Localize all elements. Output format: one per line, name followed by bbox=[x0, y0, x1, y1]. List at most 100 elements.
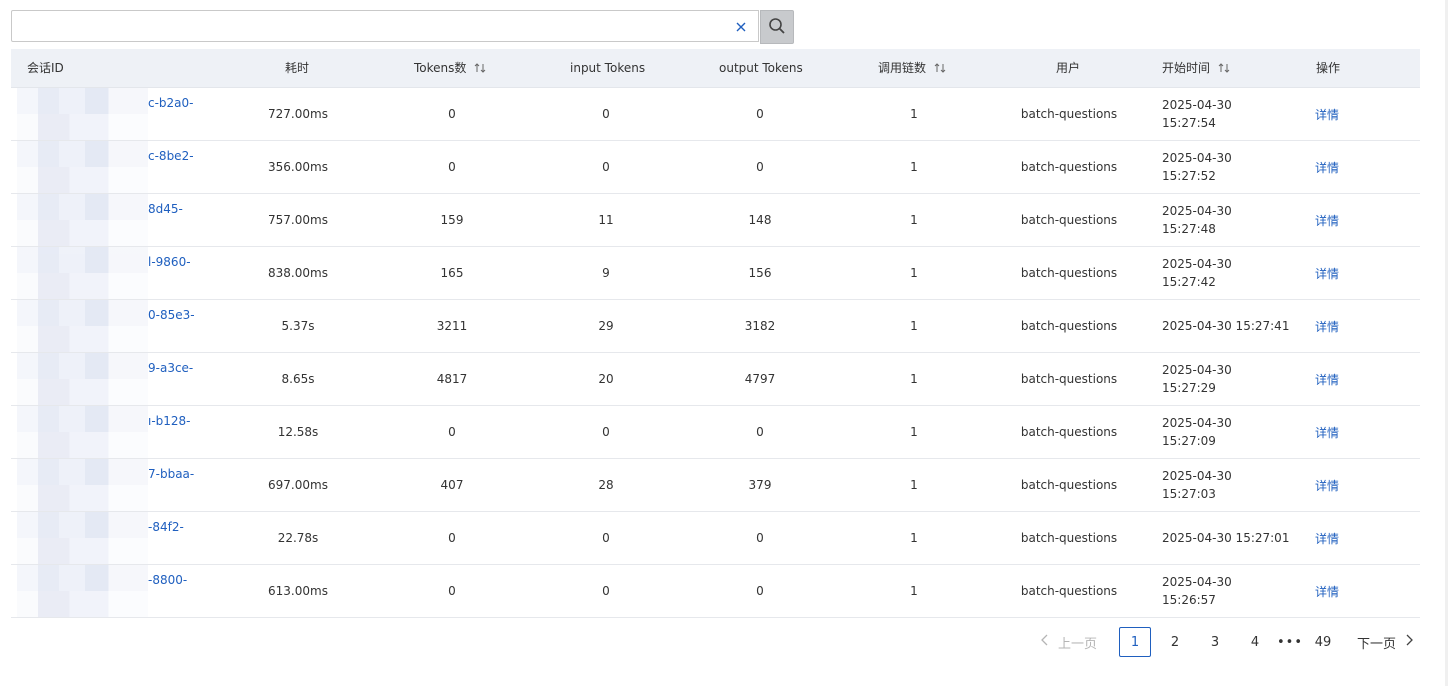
start-time-cell: 2025-04-30 15:26:57 bbox=[1162, 565, 1302, 617]
start-clock-time: 15:27:09 bbox=[1162, 434, 1216, 448]
prev-page-button[interactable]: 上一页 bbox=[1040, 633, 1097, 652]
table-row: ı-b128- 12.58s 0 0 0 1 batch-questions 2025-04-… bbox=[11, 406, 1420, 459]
chain-count-cell: 1 bbox=[910, 584, 918, 598]
table-row: -8800- 613.00ms 0 0 0 1 batch-questions 2025-04… bbox=[11, 565, 1420, 618]
page-2-button[interactable]: 2 bbox=[1159, 627, 1191, 657]
detail-link[interactable]: 详情 bbox=[1315, 141, 1355, 193]
detail-link[interactable]: 详情 bbox=[1315, 565, 1355, 617]
table-row: -84f2- 22.78s 0 0 0 1 batch-questions 2025-04-3… bbox=[11, 512, 1420, 565]
start-time-cell: 2025-04-30 15:27:42 bbox=[1162, 247, 1302, 299]
start-date: 2025-04-30 bbox=[1162, 98, 1232, 112]
session-id-link[interactable]: c-b2a0- bbox=[148, 96, 194, 110]
detail-link[interactable]: 详情 bbox=[1315, 353, 1355, 405]
detail-link[interactable]: 详情 bbox=[1315, 406, 1355, 458]
detail-link[interactable]: 详情 bbox=[1315, 459, 1355, 511]
start-date: 2025-04-30 bbox=[1162, 469, 1232, 483]
table-row: 0-85e3- 5.37s 3211 29 3182 1 batch-questions 20… bbox=[11, 300, 1420, 353]
detail-link[interactable]: 详情 bbox=[1315, 300, 1355, 352]
header-tokens: Tokens数 bbox=[414, 49, 486, 87]
session-id-link[interactable]: l-9860- bbox=[148, 255, 191, 269]
sort-icon[interactable] bbox=[474, 50, 486, 88]
input-tokens-cell: 0 bbox=[602, 425, 610, 439]
page-3-button[interactable]: 3 bbox=[1199, 627, 1231, 657]
session-id-cell: -8800- bbox=[17, 565, 217, 617]
table-row: c-b2a0- 727.00ms 0 0 0 1 batch-questions 2025-0… bbox=[11, 88, 1420, 141]
header-chain-count-label: 调用链数 bbox=[878, 61, 927, 75]
header-chain-count: 调用链数 bbox=[878, 49, 946, 87]
next-page-button[interactable]: 下一页 bbox=[1357, 633, 1414, 652]
input-tokens-cell: 0 bbox=[602, 584, 610, 598]
header-start-time: 开始时间 bbox=[1162, 49, 1230, 87]
search-button[interactable] bbox=[760, 10, 794, 44]
start-date: 2025-04-30 bbox=[1162, 257, 1232, 271]
sort-icon[interactable] bbox=[1218, 50, 1230, 88]
output-tokens-cell: 0 bbox=[756, 425, 764, 439]
redacted-session-id bbox=[17, 141, 148, 193]
start-clock-time: 15:27:42 bbox=[1162, 275, 1216, 289]
duration-cell: 613.00ms bbox=[268, 584, 328, 598]
chain-count-cell: 1 bbox=[910, 372, 918, 386]
start-time-cell: 2025-04-30 15:27:09 bbox=[1162, 406, 1302, 458]
start-time-cell: 2025-04-30 15:27:48 bbox=[1162, 194, 1302, 246]
close-icon[interactable] bbox=[731, 17, 751, 37]
detail-link[interactable]: 详情 bbox=[1315, 247, 1355, 299]
session-id-cell: l-9860- bbox=[17, 247, 217, 299]
search-input[interactable] bbox=[11, 10, 759, 42]
user-cell: batch-questions bbox=[1020, 213, 1118, 227]
input-tokens-cell: 0 bbox=[602, 107, 610, 121]
start-clock-time: 15:27:52 bbox=[1162, 169, 1216, 183]
table-header: 会话ID 耗时 Tokens数 input Tokens output Toke… bbox=[11, 49, 1420, 88]
detail-link[interactable]: 详情 bbox=[1315, 88, 1355, 140]
session-id-link[interactable]: 7-bbaa- bbox=[148, 467, 194, 481]
session-id-link[interactable]: c-8be2- bbox=[148, 149, 194, 163]
pagination: 上一页 1 2 3 4 ••• 49 下一页 bbox=[1040, 626, 1414, 658]
input-tokens-cell: 11 bbox=[598, 213, 614, 227]
session-id-link[interactable]: 0-85e3- bbox=[148, 308, 195, 322]
user-cell: batch-questions bbox=[1020, 107, 1118, 121]
chain-count-cell: 1 bbox=[910, 213, 918, 227]
session-id-cell: c-b2a0- bbox=[17, 88, 217, 140]
detail-link[interactable]: 详情 bbox=[1315, 512, 1355, 564]
output-tokens-cell: 0 bbox=[756, 160, 764, 174]
start-date: 2025-04-30 bbox=[1162, 151, 1232, 165]
page-last-button[interactable]: 49 bbox=[1307, 627, 1339, 657]
chain-count-cell: 1 bbox=[910, 266, 918, 280]
detail-link[interactable]: 详情 bbox=[1315, 194, 1355, 246]
header-user: 用户 bbox=[1056, 61, 1081, 75]
duration-cell: 8.65s bbox=[281, 372, 315, 386]
table-row: 8d45- 757.00ms 159 11 148 1 batch-questions 202… bbox=[11, 194, 1420, 247]
output-tokens-cell: 0 bbox=[756, 107, 764, 121]
user-cell: batch-questions bbox=[1020, 584, 1118, 598]
tokens-cell: 165 bbox=[440, 266, 464, 280]
start-time-cell: 2025-04-30 15:27:54 bbox=[1162, 88, 1302, 140]
header-session-id: 会话ID bbox=[27, 61, 64, 75]
output-tokens-cell: 148 bbox=[748, 213, 772, 227]
redacted-session-id bbox=[17, 565, 148, 617]
prev-page-label: 上一页 bbox=[1058, 636, 1098, 652]
start-time-cell: 2025-04-30 15:27:01 bbox=[1162, 531, 1290, 545]
session-id-cell: 7-bbaa- bbox=[17, 459, 217, 511]
page-4-button[interactable]: 4 bbox=[1239, 627, 1271, 657]
tokens-cell: 0 bbox=[448, 160, 456, 174]
sessions-table: 会话ID 耗时 Tokens数 input Tokens output Toke… bbox=[11, 49, 1420, 618]
table-row: 7-bbaa- 697.00ms 407 28 379 1 batch-questions 2… bbox=[11, 459, 1420, 512]
start-date: 2025-04-30 bbox=[1162, 575, 1232, 589]
page-ellipsis[interactable]: ••• bbox=[1277, 635, 1302, 650]
tokens-cell: 4817 bbox=[436, 372, 468, 386]
redacted-session-id bbox=[17, 512, 148, 564]
page-1-button[interactable]: 1 bbox=[1119, 627, 1152, 657]
sort-icon[interactable] bbox=[934, 50, 946, 88]
header-input-tokens: input Tokens bbox=[570, 61, 646, 75]
session-id-link[interactable]: 9-a3ce- bbox=[148, 361, 193, 375]
duration-cell: 697.00ms bbox=[268, 478, 328, 492]
session-id-link[interactable]: 8d45- bbox=[148, 202, 183, 216]
tokens-cell: 0 bbox=[448, 107, 456, 121]
session-id-link[interactable]: -84f2- bbox=[148, 520, 184, 534]
search-bar bbox=[11, 10, 794, 44]
session-id-link[interactable]: -8800- bbox=[148, 573, 187, 587]
duration-cell: 838.00ms bbox=[268, 266, 328, 280]
session-id-link[interactable]: ı-b128- bbox=[148, 414, 191, 428]
tokens-cell: 407 bbox=[440, 478, 464, 492]
session-id-cell: 0-85e3- bbox=[17, 300, 217, 352]
start-time-cell: 2025-04-30 15:27:03 bbox=[1162, 459, 1302, 511]
